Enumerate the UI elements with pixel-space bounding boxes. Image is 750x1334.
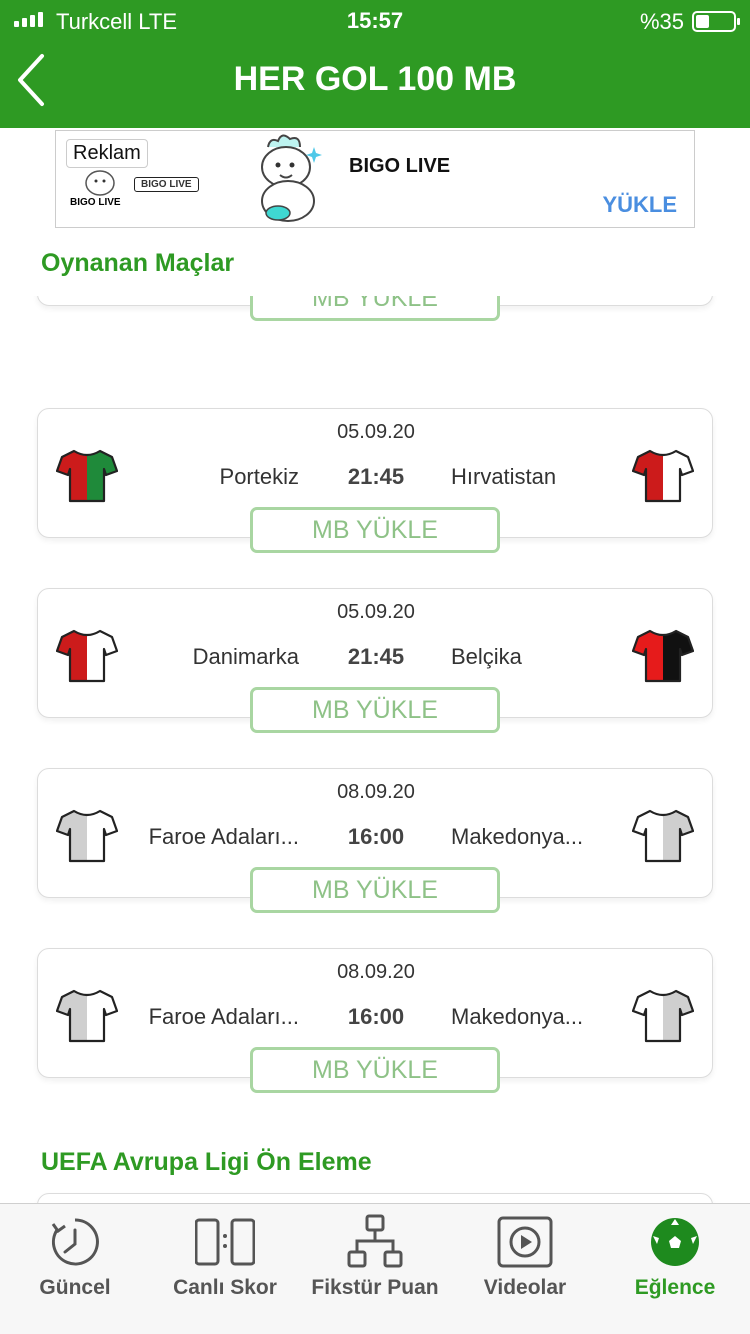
match-list[interactable]: Almanya21:45İspanyaMB YÜKLE05.09.20Porte… <box>0 296 750 1106</box>
section-title-played: Oynanan Maçlar <box>41 249 235 277</box>
match-date: 05.09.20 <box>337 421 415 443</box>
ad-mini-badge: BIGO LIVE <box>134 177 199 192</box>
tab-guncel[interactable]: Güncel <box>0 1204 150 1334</box>
status-time: 15:57 <box>346 8 404 33</box>
match-time: 21:45 <box>347 644 405 669</box>
clock-icon <box>51 1218 99 1266</box>
away-jersey-icon <box>631 447 695 503</box>
bracket-icon <box>347 1214 403 1268</box>
match-card[interactable]: 05.09.20 Danimarka 21:45 Belçika MB YÜKLE <box>37 588 713 733</box>
ad-mini-logo: BIGO LIVE BIGO LIVE <box>66 167 236 217</box>
match-card[interactable]: 08.09.20 Faroe Adaları... 16:00 Makedonya..… <box>37 948 713 1093</box>
app-header: Turkcell LTE 15:57 %35 HER GOL 100 MB <box>0 0 750 128</box>
ad-tag: Reklam <box>66 139 148 168</box>
match-card[interactable]: Almanya21:45İspanyaMB YÜKLE <box>37 296 713 321</box>
tab-label: Canlı Skor <box>173 1276 277 1299</box>
match-card[interactable]: 08.09.20 Faroe Adaları... 16:00 Makedonya..… <box>37 768 713 913</box>
tab-label: Güncel <box>39 1276 111 1299</box>
home-jersey-icon <box>55 627 119 683</box>
battery-percent: %35 <box>639 9 684 34</box>
ad-brand-name: BIGO LIVE <box>349 155 451 177</box>
away-jersey-icon <box>631 987 695 1043</box>
away-team: Hırvatistan <box>451 464 557 489</box>
tab-fikstur-puan[interactable]: Fikstür Puan <box>300 1204 450 1334</box>
tab-label: Videolar <box>483 1276 567 1299</box>
battery-icon <box>692 11 740 32</box>
tab-label: Eğlence <box>634 1276 716 1299</box>
section-title-uefa: UEFA Avrupa Ligi Ön Eleme <box>41 1148 372 1176</box>
home-jersey-icon <box>55 447 119 503</box>
ad-install-button[interactable]: YÜKLE <box>602 192 677 218</box>
mb-yukle-button[interactable]: MB YÜKLE <box>250 687 500 733</box>
match-date: 08.09.20 <box>337 961 415 983</box>
ad-banner[interactable]: BIGO LIVE BIGO LIVE Reklam BIGO LIVE YÜK… <box>55 130 695 228</box>
tab-label: Fikstür Puan <box>311 1276 439 1299</box>
away-jersey-icon <box>631 807 695 863</box>
page-title: HER GOL 100 MB <box>233 60 517 98</box>
away-jersey-icon <box>631 627 695 683</box>
tab-eglence[interactable]: Eğlence <box>600 1204 750 1334</box>
mb-yukle-button[interactable]: MB YÜKLE <box>250 296 500 321</box>
tab-canli-skor[interactable]: Canlı Skor <box>150 1204 300 1334</box>
bigo-mascot-icon <box>261 134 322 222</box>
match-card[interactable]: 05.09.20 Portekiz 21:45 Hırvatistan MB YÜKLE <box>37 408 713 553</box>
football-icon <box>651 1218 699 1266</box>
match-time: 21:45 <box>347 464 405 489</box>
match-time: 16:00 <box>347 1004 405 1029</box>
away-team: Belçika <box>451 644 522 669</box>
tab-bar: Güncel Canlı Skor Fikstür Puan Videolar <box>0 1203 750 1334</box>
ad-mini-brand: BIGO LIVE <box>70 197 121 208</box>
play-icon <box>497 1216 553 1268</box>
home-jersey-icon <box>55 987 119 1043</box>
status-bar: Turkcell LTE 15:57 %35 <box>0 0 750 40</box>
match-date: 05.09.20 <box>337 601 415 623</box>
mb-yukle-button[interactable]: MB YÜKLE <box>250 867 500 913</box>
scoreboard-icon <box>195 1218 255 1266</box>
match-time: 16:00 <box>347 824 405 849</box>
match-date: 08.09.20 <box>337 781 415 803</box>
home-jersey-icon <box>55 807 119 863</box>
away-team: Makedonya... <box>451 824 584 849</box>
mb-yukle-button[interactable]: MB YÜKLE <box>250 507 500 553</box>
tab-videolar[interactable]: Videolar <box>450 1204 600 1334</box>
mb-yukle-button[interactable]: MB YÜKLE <box>250 1047 500 1093</box>
away-team: Makedonya... <box>451 1004 584 1029</box>
